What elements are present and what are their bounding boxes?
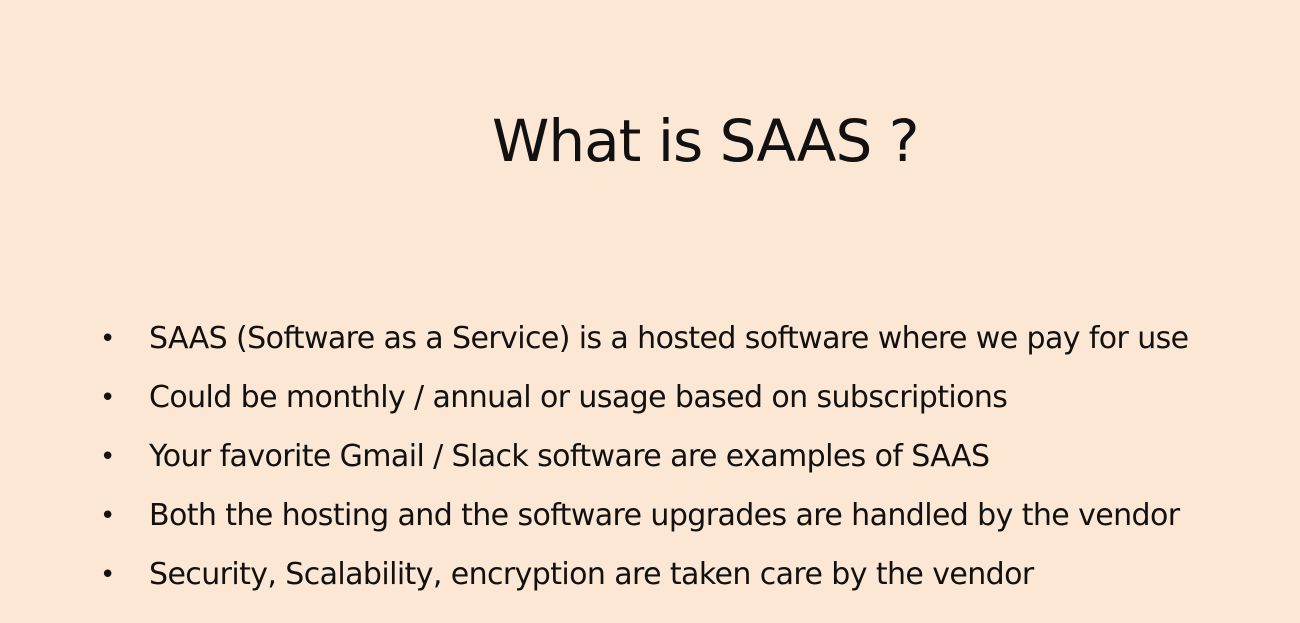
bullet-text-saas-definition: SAAS (Software as a Service) is a hosted… <box>149 321 1189 356</box>
bullet-list: • SAAS (Software as a Service) is a host… <box>100 317 1290 612</box>
slide-title: What is SAAS ? <box>492 107 920 175</box>
bullet-item: • Your favorite Gmail / Slack software a… <box>100 435 1290 494</box>
bullet-text-hosting-upgrades: Both the hosting and the software upgrad… <box>149 498 1180 533</box>
bullet-marker: • <box>100 383 116 413</box>
bullet-text-subscription-types: Could be monthly / annual or usage based… <box>149 380 1008 415</box>
bullet-text-security: Security, Scalability, encryption are ta… <box>149 557 1034 592</box>
bullet-marker: • <box>100 501 116 531</box>
bullet-item: • Both the hosting and the software upgr… <box>100 494 1290 553</box>
bullet-marker: • <box>100 324 116 354</box>
bullet-item: • Could be monthly / annual or usage bas… <box>100 376 1290 435</box>
bullet-marker: • <box>100 442 116 472</box>
bullet-item: • SAAS (Software as a Service) is a host… <box>100 317 1290 376</box>
presentation-slide: What is SAAS ? • SAAS (Software as a Ser… <box>0 0 1300 623</box>
bullet-text-examples: Your favorite Gmail / Slack software are… <box>149 439 990 474</box>
bullet-item: • Security, Scalability, encryption are … <box>100 553 1290 612</box>
bullet-marker: • <box>100 560 116 590</box>
